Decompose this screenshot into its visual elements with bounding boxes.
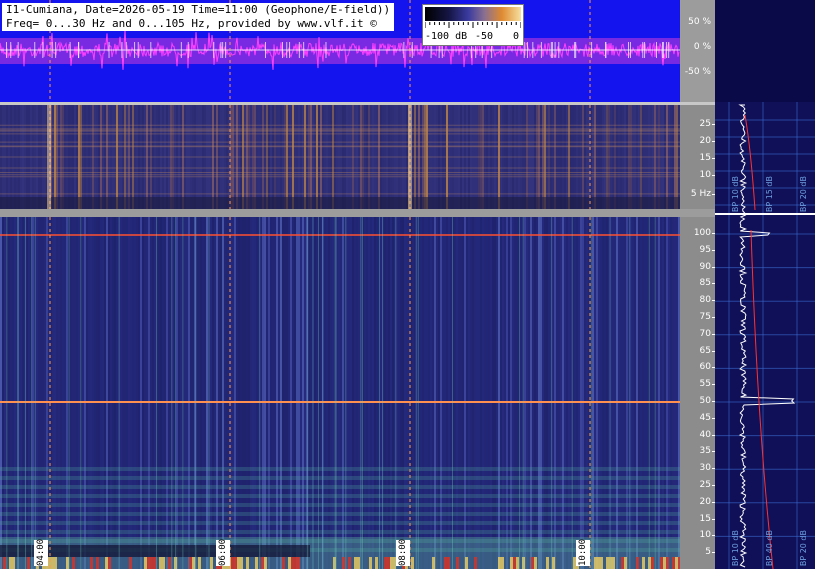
waveform-percent-axis: 50 % 0 % -50 % bbox=[680, 0, 715, 102]
panel-separator bbox=[0, 209, 715, 217]
profile-scale-label: BP 15 dB bbox=[765, 176, 774, 213]
freq-label: 5 Hz bbox=[690, 189, 716, 199]
profile-scale-label: BP 10 dB bbox=[731, 530, 740, 567]
freq-label: 20 bbox=[699, 136, 716, 146]
time-marker-label: 08:00 bbox=[396, 538, 410, 566]
freq-label: 75 bbox=[699, 312, 716, 322]
freq-label: 95 bbox=[699, 244, 716, 255]
percent-label: 50 % bbox=[688, 17, 711, 27]
freq-label: 55 bbox=[699, 379, 716, 390]
colorbar-ticks bbox=[425, 22, 521, 28]
freq-label: 25 bbox=[699, 480, 716, 490]
freq-label: 15 bbox=[699, 153, 716, 163]
spectrogram-0-30hz bbox=[0, 105, 680, 209]
freq-label: 10 bbox=[699, 530, 716, 541]
time-marker-label: 10:00 bbox=[576, 538, 590, 566]
info-header: I1-Cumiana, Date=2026-05-19 Time=11:00 (… bbox=[2, 3, 395, 31]
waveform-panel: I1-Cumiana, Date=2026-05-19 Time=11:00 (… bbox=[0, 0, 680, 102]
time-marker-label: 04:00 bbox=[34, 538, 48, 566]
freq-label: 5 bbox=[705, 547, 715, 558]
header-station-line: I1-Cumiana, Date=2026-05-19 Time=11:00 (… bbox=[6, 3, 391, 16]
spectrogram-0-105hz bbox=[0, 217, 680, 569]
spectrogram-upper-image bbox=[0, 105, 680, 209]
freq-label: 70 bbox=[699, 328, 716, 339]
profile-scale-label: BP 10 dB bbox=[731, 176, 740, 213]
freq-label: 80 bbox=[699, 295, 716, 306]
freq-label: 90 bbox=[699, 261, 716, 272]
colorbar-label-mid: -50 bbox=[475, 31, 494, 42]
profile-scale-label: BP 20 dB bbox=[799, 176, 808, 213]
colorbar-legend: -100 dB -50 0 bbox=[422, 4, 524, 46]
freq-label: 25 bbox=[699, 119, 716, 129]
spectrogram-lower-image bbox=[0, 217, 680, 569]
colorbar-label-max: 0 bbox=[513, 31, 520, 42]
profile-plot bbox=[715, 102, 815, 569]
colorbar-label-min: -100 dB bbox=[425, 31, 468, 42]
freq-label: 15 bbox=[699, 513, 716, 524]
percent-label: -50 % bbox=[684, 67, 711, 77]
freq-label: 10 bbox=[699, 170, 716, 180]
freq-label: 45 bbox=[699, 412, 716, 423]
colorbar-gradient bbox=[425, 7, 521, 21]
header-freq-line: Freq= 0...30 Hz and 0...105 Hz, provided… bbox=[6, 17, 377, 30]
freq-label: 30 bbox=[699, 463, 716, 474]
time-marker-label: 06:00 bbox=[216, 538, 230, 566]
freq-label: 40 bbox=[699, 429, 716, 440]
freq-label: 50 bbox=[699, 396, 716, 406]
lower-frequency-axis: 100 95 90 85 80 75 70 65 60 55 50 45 40 35 30 25 20 15 10 5 bbox=[680, 217, 716, 569]
freq-label: 35 bbox=[699, 446, 716, 457]
upper-frequency-axis: 25 20 15 10 5 Hz bbox=[680, 105, 716, 209]
freq-label: 20 bbox=[699, 496, 716, 507]
percent-label: 0 % bbox=[693, 42, 711, 52]
profile-scale-label: BP 20 dB bbox=[799, 530, 808, 567]
freq-label: 60 bbox=[699, 362, 716, 373]
profile-scale-label: BP 40 dB bbox=[765, 530, 774, 567]
freq-label: 65 bbox=[699, 345, 716, 356]
freq-label: 85 bbox=[699, 278, 716, 289]
spectrum-profile-column: BP 10 dB BP 15 dB BP 20 dB BP 10 dB BP 4… bbox=[715, 0, 815, 569]
freq-label: 100 bbox=[693, 228, 716, 238]
